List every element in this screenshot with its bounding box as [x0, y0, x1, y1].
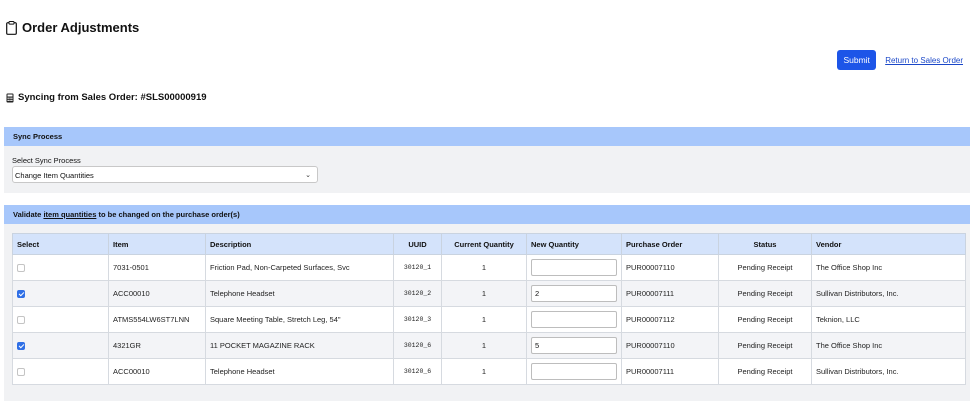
new-quantity-input[interactable]: [531, 259, 617, 276]
row-select-checkbox[interactable]: [17, 290, 25, 298]
status-cell: Pending Receipt: [718, 254, 812, 281]
submit-button[interactable]: Submit: [837, 50, 877, 70]
select-cell: [12, 332, 109, 359]
description-cell: Friction Pad, Non-Carpeted Surfaces, Svc: [205, 254, 394, 281]
col-header-purchase-order: Purchase Order: [621, 233, 719, 255]
table-row: 7031-0501 Friction Pad, Non-Carpeted Sur…: [12, 254, 966, 281]
validate-header-link: item quantities: [43, 210, 97, 219]
row-select-checkbox[interactable]: [17, 368, 25, 376]
row-select-checkbox[interactable]: [17, 316, 25, 324]
purchase-order-cell: PUR00007111: [621, 280, 719, 307]
purchase-order-cell: PUR00007112: [621, 306, 719, 333]
new-quantity-input[interactable]: [531, 363, 617, 380]
col-header-uuid: UUID: [393, 233, 442, 255]
uuid-cell: 30120_6: [393, 332, 442, 359]
col-header-new-quantity: New Quantity: [526, 233, 622, 255]
sync-process-label: Select Sync Process: [12, 156, 81, 165]
vendor-cell: Teknion, LLC: [811, 306, 966, 333]
page-title-text: Order Adjustments: [22, 20, 140, 35]
table-row: 4321GR 11 POCKET MAGAZINE RACK 30120_6 1…: [12, 332, 966, 359]
select-cell: [12, 280, 109, 307]
table-row: ACC00010 Telephone Headset 30120_2 1 2 P…: [12, 280, 966, 307]
sync-process-header: Sync Process: [4, 127, 970, 146]
chevron-down-icon: ⌄: [305, 172, 311, 179]
item-cell: ACC00010: [108, 280, 206, 307]
vendor-cell: Sullivan Distributors, Inc.: [811, 358, 966, 385]
new-quantity-input[interactable]: [531, 311, 617, 328]
item-cell: 4321GR: [108, 332, 206, 359]
validate-header-suffix: to be changed on the purchase order(s): [96, 210, 240, 219]
col-header-status: Status: [718, 233, 812, 255]
new-quantity-cell: 2: [526, 280, 622, 307]
select-cell: [12, 306, 109, 333]
col-header-vendor: Vendor: [811, 233, 966, 255]
col-header-item: Item: [108, 233, 206, 255]
clipboard-icon: [6, 20, 17, 35]
row-select-checkbox[interactable]: [17, 342, 25, 350]
validate-panel: Validate item quantities to be changed o…: [4, 205, 970, 401]
new-quantity-cell: 5: [526, 332, 622, 359]
table-row: ATMS554LW6ST7LNN Square Meeting Table, S…: [12, 306, 966, 333]
sync-source: Syncing from Sales Order: #SLS00000919: [6, 92, 207, 103]
sync-process-select[interactable]: Change Item Quantities ⌄: [12, 166, 318, 183]
item-cell: ACC00010: [108, 358, 206, 385]
description-cell: Square Meeting Table, Stretch Leg, 54": [205, 306, 394, 333]
validate-header: Validate item quantities to be changed o…: [4, 205, 970, 224]
row-select-checkbox[interactable]: [17, 264, 25, 272]
table-row: ACC00010 Telephone Headset 30120_6 1 PUR…: [12, 358, 966, 385]
select-cell: [12, 254, 109, 281]
status-cell: Pending Receipt: [718, 280, 812, 307]
current-quantity-cell: 1: [441, 358, 527, 385]
vendor-cell: The Office Shop Inc: [811, 332, 966, 359]
new-quantity-cell: [526, 254, 622, 281]
table-header-row: Select Item Description UUID Current Qua…: [12, 233, 966, 255]
current-quantity-cell: 1: [441, 254, 527, 281]
new-quantity-input[interactable]: 2: [531, 285, 617, 302]
purchase-order-cell: PUR00007111: [621, 358, 719, 385]
new-quantity-input[interactable]: 5: [531, 337, 617, 354]
calculator-icon: [6, 93, 14, 102]
col-header-description: Description: [205, 233, 394, 255]
col-header-current-quantity: Current Quantity: [441, 233, 527, 255]
sync-source-text: Syncing from Sales Order: #SLS00000919: [18, 92, 207, 103]
item-cell: ATMS554LW6ST7LNN: [108, 306, 206, 333]
status-cell: Pending Receipt: [718, 358, 812, 385]
current-quantity-cell: 1: [441, 332, 527, 359]
new-quantity-cell: [526, 306, 622, 333]
uuid-cell: 30120_1: [393, 254, 442, 281]
status-cell: Pending Receipt: [718, 332, 812, 359]
return-to-sales-order-link[interactable]: Return to Sales Order: [885, 56, 963, 65]
col-header-select: Select: [12, 233, 109, 255]
uuid-cell: 30120_2: [393, 280, 442, 307]
vendor-cell: The Office Shop Inc: [811, 254, 966, 281]
current-quantity-cell: 1: [441, 306, 527, 333]
purchase-order-cell: PUR00007110: [621, 254, 719, 281]
description-cell: Telephone Headset: [205, 358, 394, 385]
sync-process-selected-value: Change Item Quantities: [15, 171, 94, 180]
uuid-cell: 30120_3: [393, 306, 442, 333]
status-cell: Pending Receipt: [718, 306, 812, 333]
header-actions: Submit Return to Sales Order: [837, 50, 963, 70]
select-cell: [12, 358, 109, 385]
items-table: Select Item Description UUID Current Qua…: [12, 233, 966, 385]
purchase-order-cell: PUR00007110: [621, 332, 719, 359]
item-cell: 7031-0501: [108, 254, 206, 281]
current-quantity-cell: 1: [441, 280, 527, 307]
uuid-cell: 30120_6: [393, 358, 442, 385]
vendor-cell: Sullivan Distributors, Inc.: [811, 280, 966, 307]
page-title: Order Adjustments: [6, 20, 139, 35]
sync-process-panel: Sync Process Select Sync Process Change …: [4, 127, 970, 193]
new-quantity-cell: [526, 358, 622, 385]
validate-header-prefix: Validate: [13, 210, 44, 219]
description-cell: 11 POCKET MAGAZINE RACK: [205, 332, 394, 359]
description-cell: Telephone Headset: [205, 280, 394, 307]
